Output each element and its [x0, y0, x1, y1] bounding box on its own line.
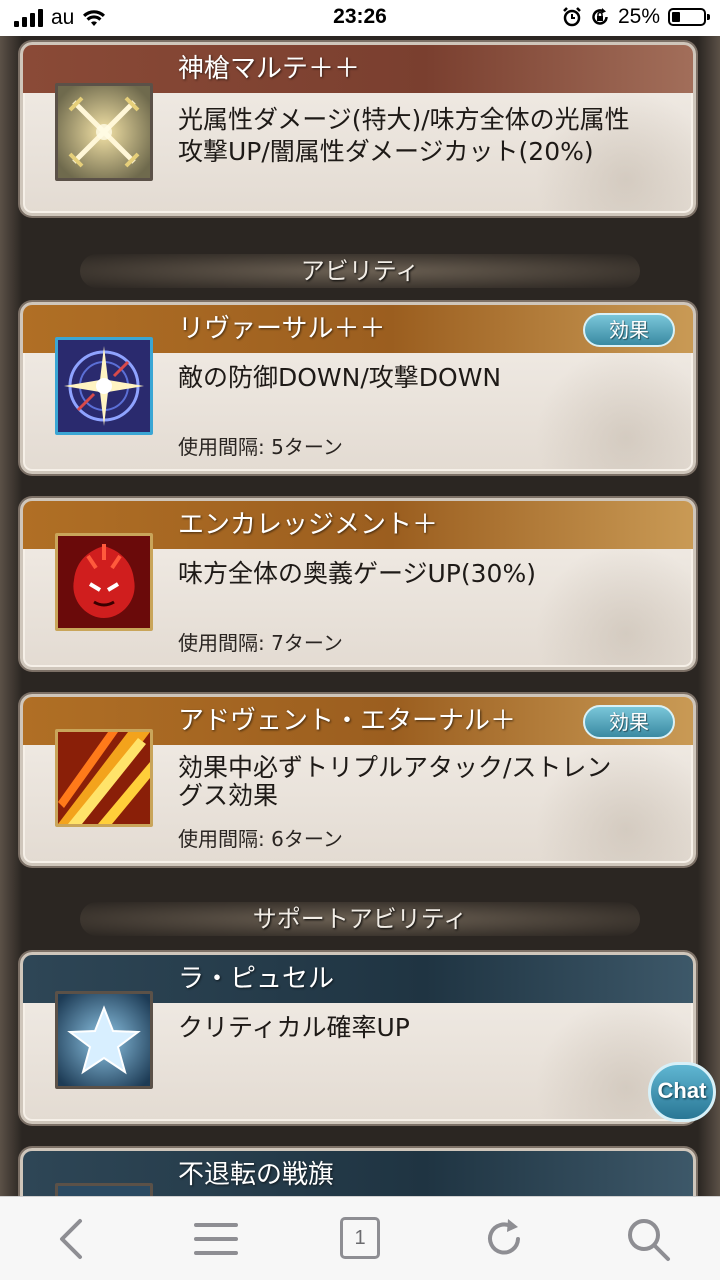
- ability-card[interactable]: アドヴェント・エターナル＋ 効果 効果中必ずトリプルアタック/ストレン グス効果…: [20, 694, 696, 866]
- crossed-swords-icon: [55, 83, 153, 181]
- ability-card[interactable]: リヴァーサル＋＋ 効果 敵の防御DOWN/攻撃DOWN 使用間隔: 5ターン: [20, 302, 696, 474]
- battery-percent: 25%: [617, 5, 660, 28]
- banner-icon: [55, 1183, 153, 1196]
- chat-button[interactable]: Chat: [648, 1062, 716, 1122]
- ability-cooldown: 使用間隔: 5ターン: [178, 435, 343, 459]
- effect-button[interactable]: 効果: [583, 705, 675, 739]
- tabs-button[interactable]: 1: [334, 1213, 386, 1265]
- support-ability-card[interactable]: 不退転の戦旗: [20, 1148, 696, 1196]
- support-ability-section-title: サポートアビリティ: [80, 902, 640, 936]
- ability-desc-line2: グス効果: [178, 781, 279, 810]
- alarm-icon: [563, 7, 581, 27]
- weapon-skill-desc-line2: 攻撃UP/闇属性ダメージカット(20%): [178, 137, 594, 166]
- star-icon: [55, 991, 153, 1089]
- weapon-skill-card[interactable]: 神槍マルテ＋＋ 光属性ダメージ(特大)/味方全体の光属性 攻撃UP/闇属性ダメー…: [20, 42, 696, 216]
- support-ability-card[interactable]: ラ・ピュセル クリティカル確率UP: [20, 952, 696, 1124]
- rotation-lock-icon: [592, 8, 608, 25]
- menu-icon[interactable]: [190, 1213, 242, 1265]
- back-icon[interactable]: [46, 1213, 98, 1265]
- tab-count: 1: [340, 1217, 380, 1259]
- ability-cooldown: 使用間隔: 7ターン: [178, 631, 343, 655]
- advent-eternal-ability-icon: [55, 729, 153, 827]
- status-bar: au 23:26 25%: [0, 0, 720, 36]
- game-view: 神槍マルテ＋＋ 光属性ダメージ(特大)/味方全体の光属性 攻撃UP/闇属性ダメー…: [0, 36, 720, 1196]
- reload-icon[interactable]: [478, 1213, 530, 1265]
- search-icon[interactable]: [622, 1213, 674, 1265]
- ability-card[interactable]: エンカレッジメント＋ 味方全体の奥義ゲージUP(30%) 使用間隔: 7ターン: [20, 498, 696, 670]
- ability-cooldown: 使用間隔: 6ターン: [178, 827, 343, 851]
- encouragement-ability-icon: [55, 533, 153, 631]
- ability-desc-line1: 効果中必ずトリプルアタック/ストレン: [178, 753, 612, 782]
- battery-icon: [668, 8, 710, 26]
- effect-button[interactable]: 効果: [583, 313, 675, 347]
- support-ability-desc: クリティカル確率UP: [178, 1013, 410, 1042]
- ability-desc: 敵の防御DOWN/攻撃DOWN: [178, 363, 502, 392]
- ability-desc: 味方全体の奥義ゲージUP(30%): [178, 559, 536, 588]
- browser-toolbar: 1: [0, 1196, 720, 1280]
- ability-section-title: アビリティ: [80, 254, 640, 288]
- reversal-ability-icon: [55, 337, 153, 435]
- weapon-skill-desc-line1: 光属性ダメージ(特大)/味方全体の光属性: [178, 105, 630, 134]
